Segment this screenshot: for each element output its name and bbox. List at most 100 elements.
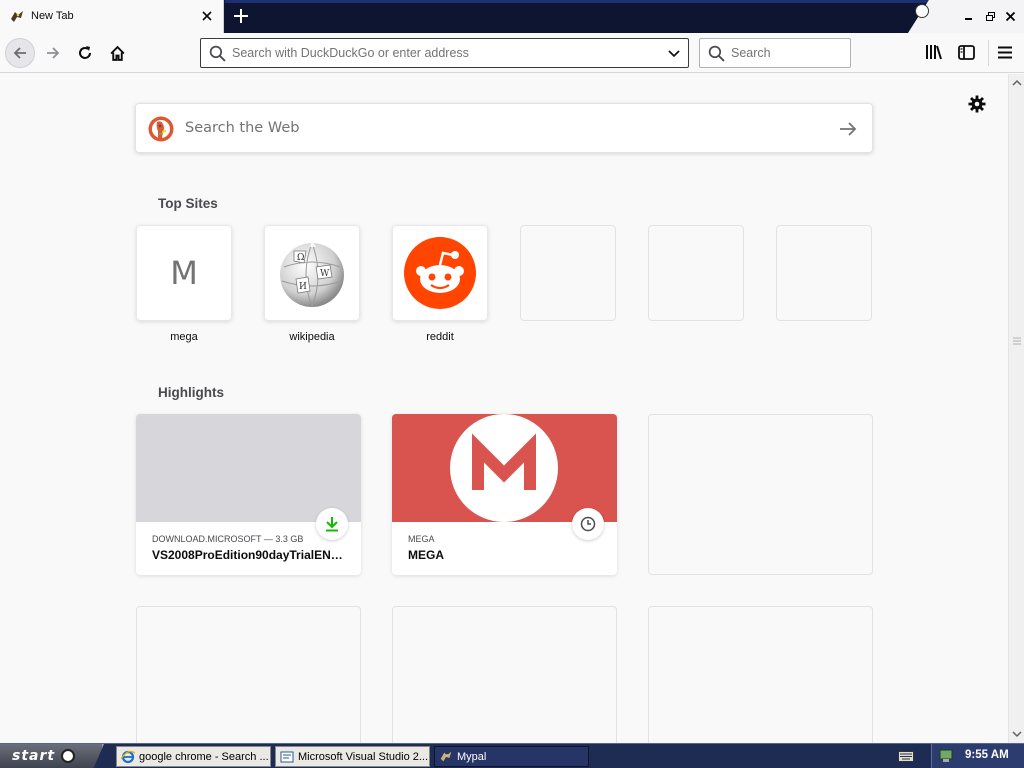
vertical-scrollbar[interactable]: [1008, 74, 1024, 743]
highlight-card-mega[interactable]: MEGA MEGA: [392, 414, 617, 575]
download-icon: [316, 508, 348, 540]
start-label: start: [12, 748, 56, 764]
highlight-preview: [392, 414, 617, 522]
search-icon: [209, 45, 226, 62]
setup-icon: [280, 751, 294, 762]
highlight-placeholder: [392, 606, 617, 743]
highlight-context: DOWNLOAD.MICROSOFT — 3.3 GB: [152, 534, 304, 544]
mypal-icon: [440, 751, 452, 761]
gear-icon[interactable]: [967, 94, 987, 114]
top-site-placeholder: [520, 225, 616, 321]
search-input[interactable]: [731, 39, 846, 67]
top-site-reddit[interactable]: reddit: [392, 225, 488, 350]
url-bar[interactable]: [200, 38, 689, 68]
close-window-button[interactable]: [1002, 9, 1018, 23]
top-site-empty: [648, 225, 744, 350]
library-icon: [926, 45, 942, 60]
reload-icon: [79, 46, 91, 59]
keyboard-icon[interactable]: [898, 749, 914, 763]
top-sites-heading: Top Sites: [158, 196, 218, 211]
top-site-label: mega: [170, 331, 198, 343]
forward-button[interactable]: [38, 38, 68, 68]
arrow-left-icon: [13, 47, 26, 59]
scroll-up-icon[interactable]: [1012, 78, 1022, 88]
mega-logo-icon: [450, 414, 558, 522]
tab-title: New Tab: [31, 10, 74, 22]
toolbar-separator: [988, 40, 989, 66]
top-site-placeholder: [648, 225, 744, 321]
taskbar: start google chrome - Search ... Microso…: [0, 743, 1024, 768]
title-bar-accent: [225, 0, 1024, 3]
top-site-label: reddit: [426, 331, 454, 343]
arrow-right-icon[interactable]: [838, 119, 858, 139]
url-input[interactable]: [232, 39, 662, 67]
highlight-placeholder: [648, 414, 873, 575]
library-button[interactable]: [922, 40, 946, 64]
clock-icon: [572, 508, 604, 540]
clock[interactable]: 9:55 AM: [965, 749, 1009, 761]
windows-logo-icon: [915, 4, 929, 18]
svg-text:Ω: Ω: [297, 253, 304, 263]
top-site-empty: [520, 225, 616, 350]
reload-button[interactable]: [70, 38, 100, 68]
taskbar-item-label: Mypal: [457, 750, 487, 763]
top-site-tile[interactable]: [392, 225, 488, 321]
new-tab-page: Top Sites M mega Ω W И wikipedia: [0, 74, 1008, 743]
hamburger-menu-icon: [998, 46, 1012, 58]
web-search-input[interactable]: [183, 114, 823, 142]
highlight-context: MEGA: [408, 534, 435, 544]
scroll-down-icon[interactable]: [1012, 729, 1022, 739]
letter-m-icon: M: [170, 254, 198, 292]
search-bar[interactable]: [699, 38, 851, 68]
web-search-box[interactable]: [135, 103, 873, 153]
reddit-alien-icon: [404, 237, 476, 309]
navigation-toolbar: [0, 33, 1024, 73]
top-site-empty: [776, 225, 872, 350]
highlight-card-download[interactable]: DOWNLOAD.MICROSOFT — 3.3 GB VS2008ProEdi…: [136, 414, 361, 575]
start-orb-icon: [61, 749, 76, 763]
highlights-heading: Highlights: [158, 385, 224, 400]
highlight-title: MEGA: [408, 548, 444, 562]
sidebar-button[interactable]: [954, 40, 978, 64]
svg-text:И: И: [299, 282, 307, 292]
system-tray: 9:55 AM: [931, 744, 1024, 768]
top-site-label: wikipedia: [289, 331, 335, 343]
top-site-tile[interactable]: M: [136, 225, 232, 321]
scroll-grip-icon[interactable]: [1013, 334, 1021, 348]
highlight-title: VS2008ProEdition90dayTrialENU...: [152, 548, 347, 562]
home-icon: [109, 45, 125, 61]
new-tab-button[interactable]: [229, 4, 253, 28]
taskbar-item-mypal[interactable]: Mypal: [434, 746, 589, 767]
title-bar: New Tab: [0, 0, 1024, 33]
top-site-wikipedia[interactable]: Ω W И wikipedia: [264, 225, 360, 350]
menu-button[interactable]: [993, 40, 1017, 64]
plus-icon: [234, 9, 248, 23]
ie-icon: [121, 750, 135, 763]
wikipedia-globe-icon: Ω W И: [280, 241, 344, 308]
tab-new-tab[interactable]: New Tab: [0, 0, 224, 33]
close-tab-icon[interactable]: [198, 7, 216, 25]
taskbar-item-label: google chrome - Search ...: [139, 750, 269, 763]
top-site-placeholder: [776, 225, 872, 321]
taskbar-item-visual-studio[interactable]: Microsoft Visual Studio 2...: [275, 746, 430, 767]
search-icon: [708, 45, 725, 62]
highlight-placeholder: [136, 606, 361, 743]
arrow-right-icon: [47, 47, 60, 59]
start-button[interactable]: start: [0, 744, 104, 768]
taskbar-item-chrome-search[interactable]: google chrome - Search ...: [116, 746, 271, 767]
network-icon[interactable]: [939, 749, 953, 763]
sidebar-icon: [957, 44, 975, 60]
mypal-icon: [11, 11, 23, 22]
highlight-preview: [136, 414, 361, 522]
chevron-down-icon[interactable]: [666, 45, 682, 61]
highlight-placeholder: [648, 606, 873, 743]
minimize-button[interactable]: [961, 9, 977, 23]
svg-text:W: W: [320, 269, 330, 279]
top-site-tile[interactable]: Ω W И: [264, 225, 360, 321]
home-button[interactable]: [102, 38, 132, 68]
restore-button[interactable]: [982, 9, 998, 23]
top-site-mega[interactable]: M mega: [136, 225, 232, 350]
duckduckgo-logo-icon: [148, 116, 174, 142]
taskbar-item-label: Microsoft Visual Studio 2...: [298, 750, 429, 763]
back-button[interactable]: [5, 38, 35, 68]
